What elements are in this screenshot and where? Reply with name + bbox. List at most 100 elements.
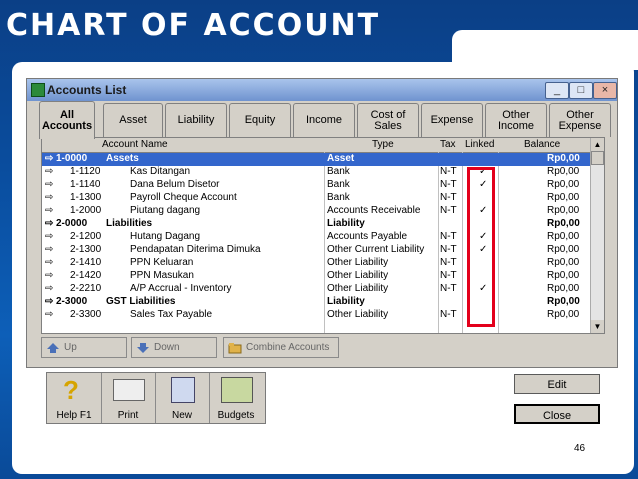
account-name: Assets [106,153,139,164]
account-balance: Rp0,00 [547,205,580,216]
row-arrow-icon[interactable]: ⇨ [45,205,53,216]
tax-code: N-T [440,257,457,268]
row-arrow-icon[interactable]: ⇨ [45,166,53,177]
tab-liability[interactable]: Liability [165,103,227,137]
scroll-thumb[interactable] [591,151,604,165]
account-name: A/P Accrual - Inventory [130,283,232,294]
account-balance: Rp0,00 [547,309,580,320]
account-balance: Rp0,00 [547,244,580,255]
column-header-tax[interactable]: Tax [440,139,456,150]
account-name: PPN Keluaran [130,257,194,268]
row-arrow-icon[interactable]: ⇨ [45,192,53,203]
table-row[interactable]: ⇨ 2-1420 PPN Masukan Other Liability N-T Rp0,… [42,270,590,283]
column-header-account-name[interactable]: Account Name [102,139,168,150]
scroll-up-arrow-icon[interactable]: ▲ [591,138,604,151]
column-header-type[interactable]: Type [372,139,394,150]
tax-code: N-T [440,270,457,281]
row-arrow-icon[interactable]: ⇨ [45,153,53,164]
app-icon [31,83,45,97]
up-button[interactable]: Up [41,337,127,358]
table-row[interactable]: ⇨ 1-0000 Assets Asset Rp0,00 [42,153,590,166]
printer-icon [113,379,145,401]
tab-other-income[interactable]: Other Income [485,103,547,137]
combine-accounts-button[interactable]: Combine Accounts [223,337,339,358]
down-button[interactable]: Down [131,337,217,358]
account-balance: Rp0,00 [547,192,580,203]
account-balance: Rp0,00 [547,296,580,307]
table-row[interactable]: ⇨ 1-1140 Dana Belum Disetor Bank N-T ✓ Rp0,00 [42,179,590,192]
close-button[interactable]: Close [514,404,600,424]
row-arrow-icon[interactable]: ⇨ [45,309,53,320]
table-row[interactable]: ⇨ 2-2210 A/P Accrual - Inventory Other Liab… [42,283,590,296]
table-row[interactable]: ⇨ 2-3300 Sales Tax Payable Other Liability N… [42,309,590,322]
tab-cost-of-sales[interactable]: Cost of Sales [357,103,419,137]
account-number: 1-1300 [70,192,102,203]
tax-code: N-T [440,309,457,320]
table-row[interactable]: ⇨ 2-0000 Liabilities Liability Rp0,00 [42,218,590,231]
tab-other-expense[interactable]: Other Expense [549,103,611,137]
tab-asset[interactable]: Asset [103,103,163,137]
row-arrow-icon[interactable]: ⇨ [45,296,53,307]
folder-icon [228,342,242,354]
account-name: Liabilities [106,218,153,229]
table-row[interactable]: ⇨ 1-1300 Payroll Cheque Account Bank N-T Rp0,… [42,192,590,205]
account-name: Payroll Cheque Account [130,192,237,203]
maximize-button[interactable]: □ [569,82,593,99]
account-name: GST Liabilities [106,296,176,307]
tab-label: Other Expense [558,108,602,132]
tax-code: N-T [440,231,457,242]
row-arrow-icon[interactable]: ⇨ [45,179,53,190]
row-arrow-icon[interactable]: ⇨ [45,270,53,281]
account-type: Other Liability [327,270,389,281]
tab-income[interactable]: Income [293,103,355,137]
account-number: 2-1200 [70,231,102,242]
table-row[interactable]: ⇨ 2-1410 PPN Keluaran Other Liability N-T Rp0… [42,257,590,270]
minimize-button[interactable]: _ [545,82,569,99]
account-type: Other Liability [327,283,389,294]
account-balance: Rp0,00 [547,153,580,164]
tax-code: N-T [440,166,457,177]
account-type: Asset [327,153,355,164]
account-number: 1-2000 [70,205,102,216]
bottom-toolbar: ? Help F1 Print New Budgets [46,372,266,424]
account-balance: Rp0,00 [547,270,580,281]
account-number: 1-1140 [70,179,101,190]
table-row[interactable]: ⇨ 2-3000 GST Liabilities Liability Rp0,00 [42,296,590,309]
table-row[interactable]: ⇨ 1-1120 Kas Ditangan Bank N-T ✓ Rp0,00 [42,166,590,179]
account-number: 2-2210 [70,283,102,294]
account-number: 2-1410 [70,257,102,268]
window-titlebar: Accounts List _ □ × [27,79,617,101]
budgets-button[interactable]: Budgets [209,373,263,423]
vertical-scrollbar[interactable]: ▲ ▼ [590,138,604,333]
tab-equity[interactable]: Equity [229,103,291,137]
tab-expense[interactable]: Expense [421,103,483,137]
account-type: Bank [327,166,350,177]
table-header: Account Name Type Tax Linked Balance [42,138,590,153]
account-type: Bank [327,179,350,190]
row-arrow-icon[interactable]: ⇨ [45,244,53,255]
row-arrow-icon[interactable]: ⇨ [45,257,53,268]
tab-all-accounts[interactable]: All Accounts [39,101,95,139]
help-button[interactable]: ? Help F1 [47,373,102,423]
column-header-linked[interactable]: Linked [465,139,494,150]
new-button[interactable]: New [155,373,210,423]
close-window-button[interactable]: × [593,82,617,99]
table-row[interactable]: ⇨ 2-1200 Hutang Dagang Accounts Payable N-T ✓… [42,231,590,244]
account-balance: Rp0,00 [547,283,580,294]
accounts-table: Account Name Type Tax Linked Balance ⇨ 1-… [41,137,605,334]
tab-label: All Accounts [41,108,93,132]
edit-button[interactable]: Edit [514,374,600,394]
print-button[interactable]: Print [101,373,156,423]
arrow-down-icon [136,342,150,354]
account-type: Other Liability [327,257,389,268]
new-account-icon [171,377,195,403]
column-header-balance[interactable]: Balance [524,139,560,150]
row-arrow-icon[interactable]: ⇨ [45,218,53,229]
tax-code: N-T [440,283,457,294]
account-name: Hutang Dagang [130,231,201,242]
row-arrow-icon[interactable]: ⇨ [45,231,53,242]
scroll-down-arrow-icon[interactable]: ▼ [591,320,604,333]
table-row[interactable]: ⇨ 2-1300 Pendapatan Diterima Dimuka Other C… [42,244,590,257]
row-arrow-icon[interactable]: ⇨ [45,283,53,294]
table-row[interactable]: ⇨ 1-2000 Piutang dagang Accounts Receivable… [42,205,590,218]
